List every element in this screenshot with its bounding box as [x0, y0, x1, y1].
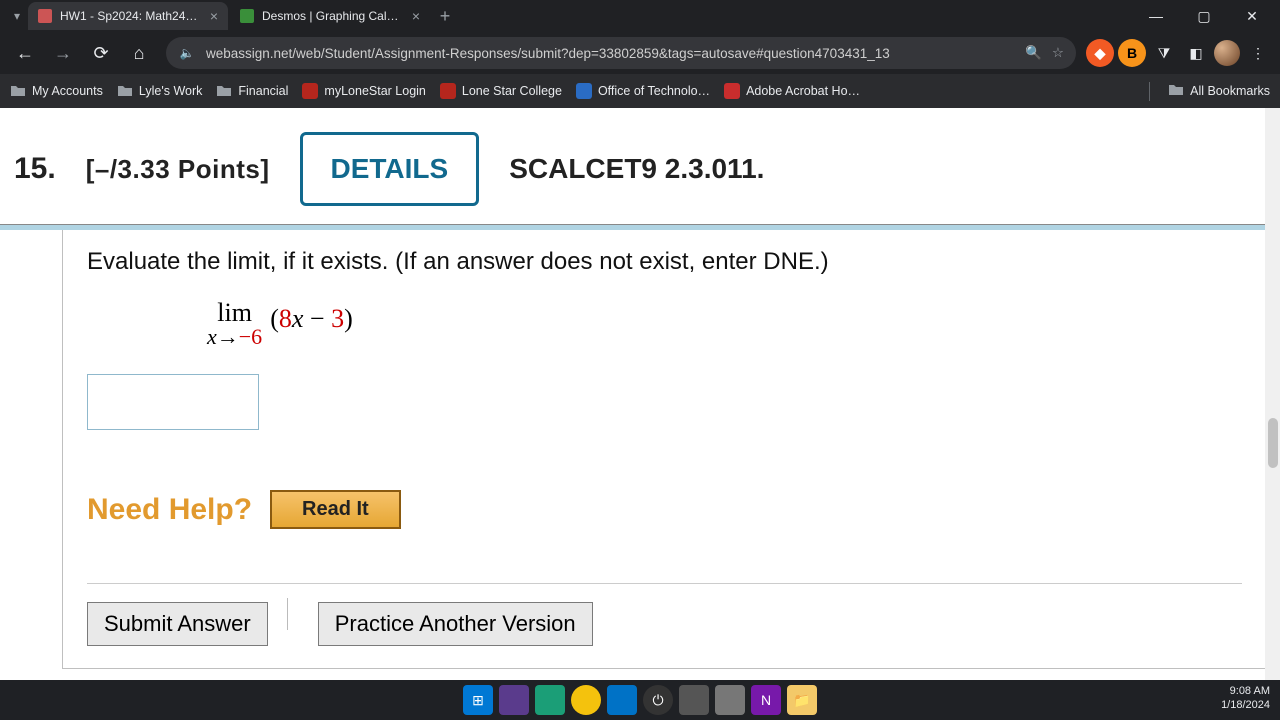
bookmark-lyles-work[interactable]: Lyle's Work [117, 83, 203, 99]
zoom-icon[interactable]: 🔍 [1025, 45, 1042, 61]
taskbar-onenote[interactable]: N [751, 685, 781, 715]
taskbar-app-3[interactable] [679, 685, 709, 715]
site-icon [302, 83, 318, 99]
bookmark-label: My Accounts [32, 84, 103, 98]
nav-back-button[interactable]: ← [8, 36, 42, 70]
read-it-button[interactable]: Read It [270, 490, 401, 529]
bookmark-label: Financial [238, 84, 288, 98]
taskbar-explorer[interactable]: 📁 [787, 685, 817, 715]
nav-reload-button[interactable]: ⟳ [84, 36, 118, 70]
folder-icon [1168, 82, 1184, 101]
separator [287, 598, 288, 630]
site-icon [724, 83, 740, 99]
details-button[interactable]: DETAILS [300, 132, 480, 206]
limit-var: x [207, 324, 217, 349]
clock-time: 9:08 AM [1221, 684, 1270, 698]
bookmark-star-icon[interactable]: ☆ [1052, 45, 1064, 61]
new-tab-button[interactable]: + [432, 3, 458, 29]
site-icon [576, 83, 592, 99]
limit-approach: x→−6 [207, 326, 262, 348]
folder-icon [216, 83, 232, 99]
limit-value: −6 [239, 324, 262, 349]
taskbar-edge[interactable] [535, 685, 565, 715]
bookmark-mylonestar[interactable]: myLoneStar Login [302, 83, 425, 99]
bookmark-my-accounts[interactable]: My Accounts [10, 83, 103, 99]
chrome-menu-icon[interactable]: ⋮ [1244, 39, 1272, 67]
tab-bar: ▾ HW1 - Sp2024: Math2413-2… × Desmos | G… [0, 0, 1280, 32]
window-maximize-button[interactable]: ▢ [1182, 2, 1226, 30]
page-content: 15. [–/3.33 Points] DETAILS SCALCET9 2.3… [0, 108, 1280, 680]
start-button[interactable]: ⊞ [463, 685, 493, 715]
taskbar-outlook[interactable] [607, 685, 637, 715]
page-scrollbar[interactable] [1265, 108, 1280, 680]
arrow-icon: → [217, 324, 239, 349]
limit-expression: lim x→−6 (8x − 3) [207, 300, 1242, 348]
question-points: [–/3.33 Points] [86, 154, 270, 185]
bookmark-office-tech[interactable]: Office of Technolo… [576, 83, 710, 99]
tab-webassign[interactable]: HW1 - Sp2024: Math2413-2… × [28, 2, 228, 30]
site-icon [440, 83, 456, 99]
taskbar-chrome[interactable] [571, 685, 601, 715]
profile-avatar[interactable] [1214, 40, 1240, 66]
question-header: 15. [–/3.33 Points] DETAILS SCALCET9 2.3… [0, 108, 1280, 224]
all-bookmarks-button[interactable]: All Bookmarks [1149, 82, 1270, 101]
address-bar: ← → ⟳ ⌂ 🔈 webassign.net/web/Student/Assi… [0, 32, 1280, 74]
bookmark-label: Lyle's Work [139, 84, 203, 98]
nav-home-button[interactable]: ⌂ [122, 36, 156, 70]
tab-title: HW1 - Sp2024: Math2413-2… [60, 9, 200, 23]
bitcoin-extension-icon[interactable]: B [1118, 39, 1146, 67]
bookmark-label: Office of Technolo… [598, 84, 710, 98]
question-source: SCALCET9 2.3.011. [509, 153, 764, 185]
extensions-icon[interactable]: ⧩ [1150, 39, 1178, 67]
nav-forward-button[interactable]: → [46, 36, 80, 70]
question-body: Evaluate the limit, if it exists. (If an… [62, 230, 1267, 669]
bookmark-label: Lone Star College [462, 84, 562, 98]
system-clock[interactable]: 9:08 AM 1/18/2024 [1221, 684, 1270, 713]
site-settings-icon[interactable]: 🔈 [178, 44, 196, 62]
omnibox[interactable]: 🔈 webassign.net/web/Student/Assignment-R… [166, 37, 1076, 69]
windows-taskbar: ⊞ ⏻ N 📁 9:08 AM 1/18/2024 [0, 680, 1280, 720]
window-minimize-button[interactable]: ― [1134, 2, 1178, 30]
limit-function: (8x − 3) [270, 304, 353, 334]
practice-another-button[interactable]: Practice Another Version [318, 602, 593, 646]
bookmark-financial[interactable]: Financial [216, 83, 288, 99]
side-panel-icon[interactable]: ◧ [1182, 39, 1210, 67]
limit-label: lim [217, 300, 252, 326]
question-prompt: Evaluate the limit, if it exists. (If an… [87, 248, 1242, 276]
taskbar-app-2[interactable]: ⏻ [643, 685, 673, 715]
scrollbar-thumb[interactable] [1268, 418, 1278, 468]
answer-input[interactable] [87, 374, 259, 430]
taskbar-app-1[interactable] [499, 685, 529, 715]
question-number: 15. [14, 152, 56, 186]
folder-icon [10, 83, 26, 99]
webassign-favicon [38, 9, 52, 23]
taskbar-app-4[interactable] [715, 685, 745, 715]
close-icon[interactable]: × [412, 8, 420, 24]
bookmarks-bar: My Accounts Lyle's Work Financial myLone… [0, 74, 1280, 108]
tab-desmos[interactable]: Desmos | Graphing Calculat… × [230, 2, 430, 30]
bookmark-label: Adobe Acrobat Ho… [746, 84, 860, 98]
window-close-button[interactable]: ✕ [1230, 2, 1274, 30]
close-icon[interactable]: × [210, 8, 218, 24]
all-bookmarks-label: All Bookmarks [1190, 84, 1270, 98]
bookmark-label: myLoneStar Login [324, 84, 425, 98]
url-text: webassign.net/web/Student/Assignment-Res… [206, 46, 1015, 61]
tab-title: Desmos | Graphing Calculat… [262, 9, 402, 23]
bookmark-lonestar-college[interactable]: Lone Star College [440, 83, 562, 99]
clock-date: 1/18/2024 [1221, 698, 1270, 712]
need-help-label: Need Help? [87, 493, 252, 527]
desmos-favicon [240, 9, 254, 23]
brave-extension-icon[interactable]: ◆ [1086, 39, 1114, 67]
tab-search-dropdown[interactable]: ▾ [6, 5, 28, 27]
folder-icon [117, 83, 133, 99]
submit-answer-button[interactable]: Submit Answer [87, 602, 268, 646]
bookmark-adobe[interactable]: Adobe Acrobat Ho… [724, 83, 860, 99]
